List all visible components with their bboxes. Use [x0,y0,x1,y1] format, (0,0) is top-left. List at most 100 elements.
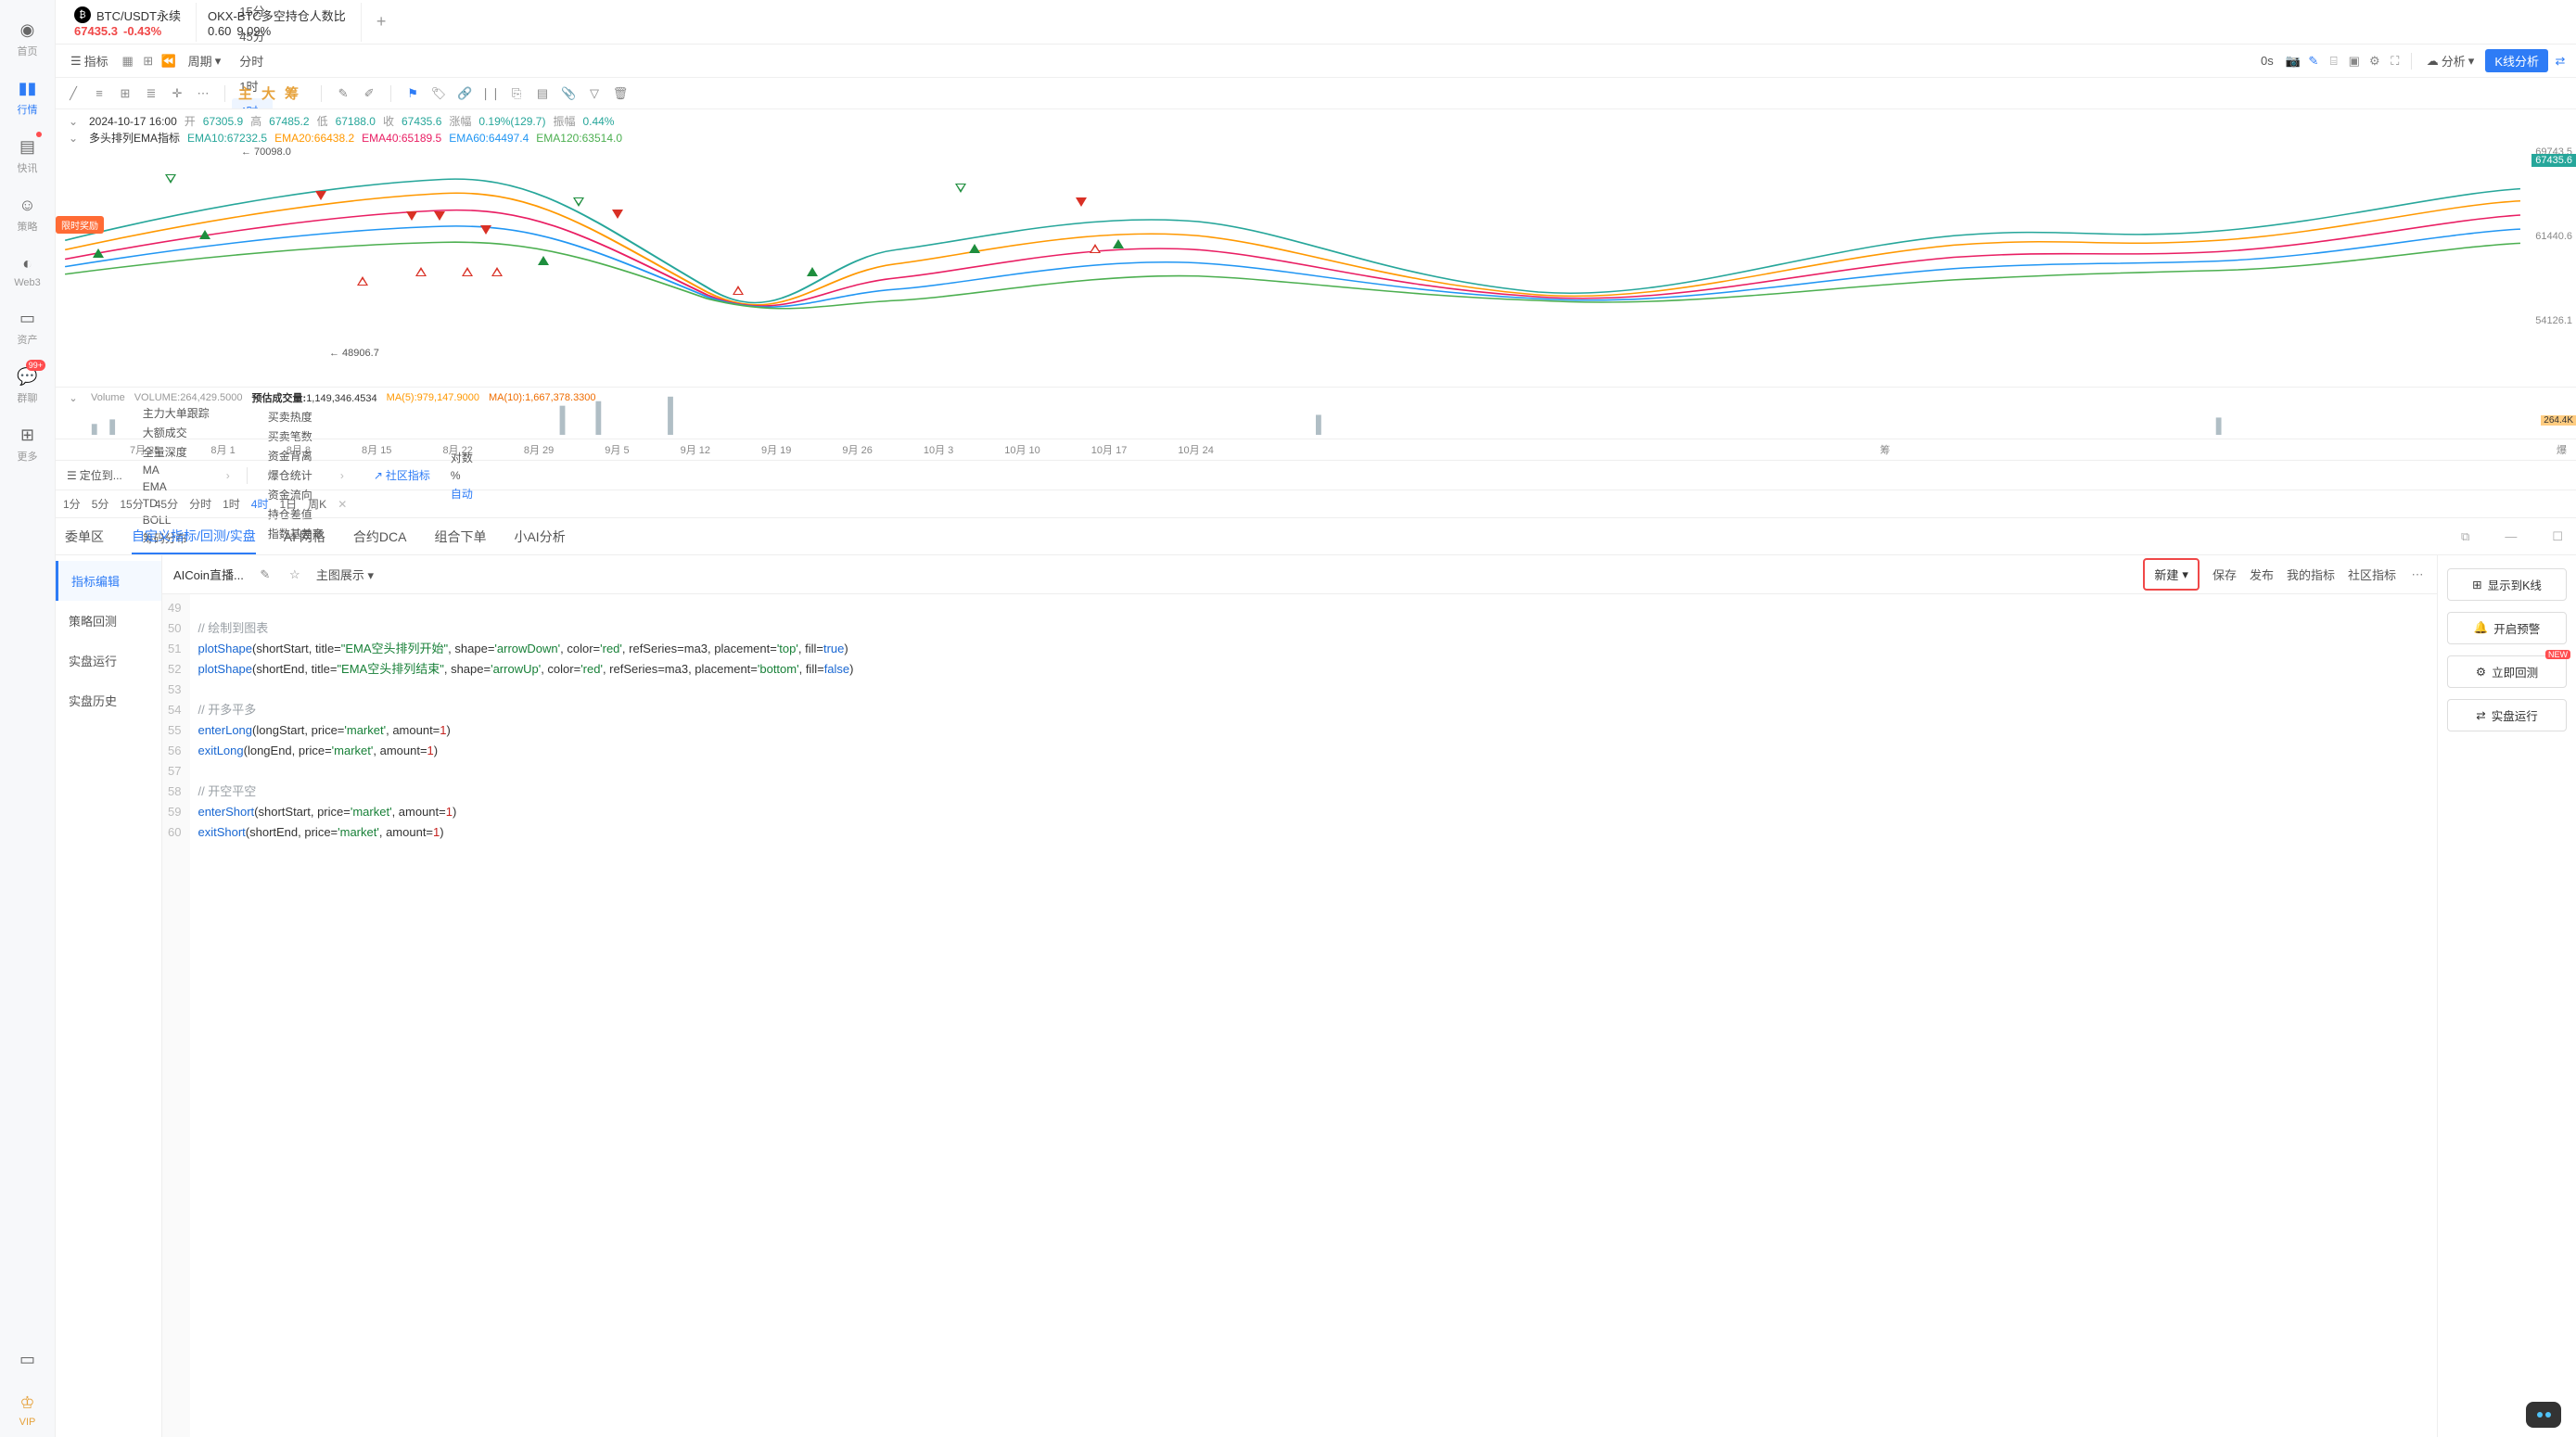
close-tf-icon[interactable]: ✕ [338,498,347,511]
indic-opt-对数[interactable]: 对数 [447,448,477,467]
sidebar-item-wallet[interactable]: ▭资产 [0,298,55,356]
sub-tf-45分[interactable]: 45分 [155,496,178,512]
more-icon[interactable]: ⋯ [195,85,211,102]
code-editor[interactable]: 495051525354555657585960 // 绘制到图表plotSha… [162,594,2437,1437]
list-icon[interactable]: ≣ [143,85,159,102]
settings-icon[interactable]: ⚙ [2366,53,2383,70]
my-indicators-button[interactable]: 我的指标 [2287,566,2335,583]
collapse-icon[interactable]: ⌄ [65,389,82,406]
market-tab[interactable]: OKX-BTC多空持仓人数比0.609.09% [197,3,362,42]
bp-side-0[interactable]: 指标编辑 [56,561,161,601]
bp-side-2[interactable]: 实盘运行 [56,641,161,680]
trash-icon[interactable]: 🗑 [612,85,629,102]
sidebar-item-globe[interactable]: ◉首页 [0,9,55,68]
attach-icon[interactable]: 📎 [560,85,577,102]
collapse-icon[interactable]: ⌄ [65,130,82,146]
axis-爆[interactable]: 爆 [2557,442,2567,457]
copy-icon[interactable]: ⎘ [508,85,525,102]
sidebar-item-chat[interactable]: 💬群聊99+ [0,356,55,414]
filter-icon[interactable]: ▽ [586,85,603,102]
grid-icon[interactable]: ⊞ [140,53,157,70]
backtest-button[interactable]: ⚙ 立即回测NEW [2447,655,2567,688]
edit-icon[interactable]: ✎ [335,85,351,102]
sub-tf-1日[interactable]: 1日 [279,496,297,512]
sub-tf-15分[interactable]: 15分 [120,496,143,512]
show-on-kline-button[interactable]: ⊞ 显示到K线 [2447,568,2567,601]
sidebar-item-grid[interactable]: ⊞更多 [0,414,55,473]
sidebar-item-robot[interactable]: ☺策略 [0,184,55,243]
link-icon[interactable]: 🔗 [456,85,473,102]
flag-icon[interactable]: ⚑ [404,85,421,102]
bp-tab-5[interactable]: 小AI分析 [514,520,565,553]
bp-tab-4[interactable]: 组合下单 [434,520,486,553]
publish-button[interactable]: 发布 [2250,566,2274,583]
line-tool-icon[interactable]: ╱ [65,85,82,102]
collapse-icon[interactable]: ⌄ [65,113,82,130]
reward-badge[interactable]: 限时奖励 [56,216,104,234]
new-button[interactable]: 新建 ▾ [2143,558,2200,591]
box-icon[interactable]: ⊞ [117,85,134,102]
special-大[interactable]: 大 [261,86,275,102]
sub-tf-分时[interactable]: 分时 [189,496,211,512]
community-indicator-button[interactable]: ↗ 社区指标 [370,465,434,485]
special-筹[interactable]: 筹 [285,86,299,102]
maximize-icon[interactable]: ☐ [2548,529,2567,544]
share-icon[interactable]: ⇄ [2552,53,2569,70]
chat-assistant-icon[interactable] [2526,1402,2561,1428]
calendar-icon[interactable]: ▦ [120,53,136,70]
sidebar-item-news[interactable]: ▤快讯 [0,126,55,184]
edit-name-icon[interactable]: ✎ [257,566,274,583]
main-chart-dropdown[interactable]: 主图展示 ▾ [316,566,374,583]
axis-筹[interactable]: 筹 [1880,442,1890,457]
sub-tf-4时[interactable]: 4时 [251,496,269,512]
community-indicators-button[interactable]: 社区指标 [2348,566,2396,583]
bp-tab-2[interactable]: AI 网格 [284,520,325,553]
camera-icon[interactable]: 📷 [2285,53,2302,70]
indic-资金背离[interactable]: 资金背离 [264,446,327,465]
locate-button[interactable]: ☰ 定位到... [63,465,126,485]
indic-爆仓统计[interactable]: 爆仓统计 [264,465,327,485]
note-icon[interactable]: ▤ [534,85,551,102]
more-icon[interactable]: ⋯ [2409,566,2426,583]
sub-tf-1分[interactable]: 1分 [63,496,81,512]
chart-canvas[interactable]: ← 70098.0 ← 48906.7 [65,146,2520,362]
hlines-icon[interactable]: ≡ [91,85,108,102]
live-run-button[interactable]: ⇄ 实盘运行 [2447,699,2567,731]
tag-icon[interactable]: 🏷 [430,85,447,102]
market-tab[interactable]: ₿BTC/USDT永续67435.3-0.43% [63,3,197,42]
add-tab-button[interactable]: + [362,12,402,32]
sidebar-item-chart[interactable]: ▮▮行情 [0,68,55,126]
script-name[interactable]: AICoin直播... [173,566,244,583]
bp-tab-1[interactable]: 自定义指标/回测/实盘 [132,519,256,554]
enable-alert-button[interactable]: 🔔 开启预警 [2447,612,2567,644]
timeframe-分时[interactable]: 分时 [232,48,272,73]
indic-全量深度[interactable]: 全量深度 [139,442,213,462]
bp-tab-3[interactable]: 合约DCA [353,520,407,553]
kline-analysis-button[interactable]: K线分析 [2485,49,2548,72]
sidebar-item-vip[interactable]: ♔VIP [0,1382,55,1437]
replay-speed[interactable]: 0s [2253,50,2281,71]
indic-MA[interactable]: MA [139,462,213,478]
fullscreen-icon[interactable]: ⛶ [2387,53,2404,70]
display-icon[interactable]: ⌸ [2326,53,2342,70]
sub-tf-5分[interactable]: 5分 [92,496,109,512]
layers-icon[interactable]: ▣ [2346,53,2363,70]
indicator-button[interactable]: ☰ 指标 [63,48,116,73]
candle-icon[interactable]: ❘❘ [482,85,499,102]
brush-icon[interactable]: ✐ [361,85,377,102]
rewind-icon[interactable]: ⏪ [160,53,177,70]
star-icon[interactable]: ☆ [287,566,303,583]
volume-panel[interactable]: ⌄ Volume VOLUME:264,429.5000 预估成交量:1,149… [56,388,2576,439]
bp-side-1[interactable]: 策略回测 [56,601,161,641]
period-button[interactable]: 周期 ▾ [181,48,229,73]
sidebar-item-phone[interactable]: ▭ [0,1339,55,1382]
indic-opt-%[interactable]: % [447,467,477,484]
save-button[interactable]: 保存 [2213,566,2237,583]
candlestick-chart[interactable]: ⌄ 2024-10-17 16:00 开67305.9 高67485.2 低67… [56,109,2576,388]
pencil-icon[interactable]: ✎ [2305,53,2322,70]
sub-tf-1时[interactable]: 1时 [223,496,240,512]
minimize-icon[interactable]: — [2501,529,2520,543]
bp-tab-0[interactable]: 委单区 [65,520,104,553]
special-主[interactable]: 主 [238,86,252,102]
popout-icon[interactable]: ⧉ [2457,529,2473,544]
